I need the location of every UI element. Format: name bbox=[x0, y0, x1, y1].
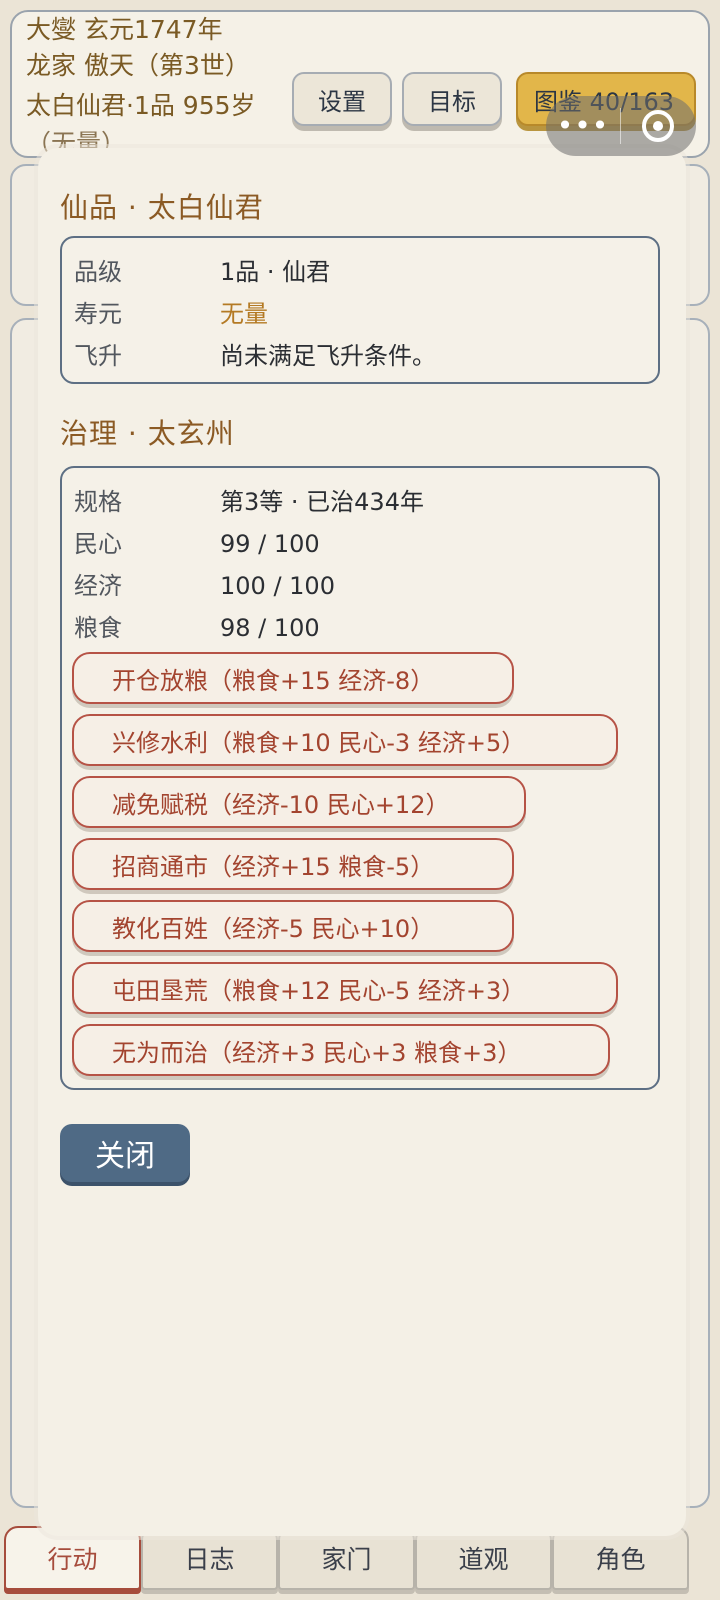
row-value: 99 / 100 bbox=[220, 530, 320, 558]
govern-section-title: 治理 · 太玄州 bbox=[60, 417, 235, 450]
govern-info-box: 规格 第3等 · 已治434年 民心 99 / 100 经济 100 / 100 粮食… bbox=[60, 466, 660, 1090]
info-row: 品级 1品 · 仙君 bbox=[74, 252, 330, 287]
row-label: 经济 bbox=[74, 572, 122, 600]
action-open-granary-button[interactable]: 开仓放粮（粮食+15 经济-8） bbox=[72, 652, 514, 704]
info-row: 经济 100 / 100 bbox=[74, 566, 335, 601]
info-row: 粮食 98 / 100 bbox=[74, 608, 320, 643]
action-educate-button[interactable]: 教化百姓（经济-5 民心+10） bbox=[72, 900, 514, 952]
row-label: 飞升 bbox=[74, 342, 122, 370]
action-tax-relief-button[interactable]: 减免赋税（经济-10 民心+12） bbox=[72, 776, 526, 828]
action-commerce-button[interactable]: 招商通市（经济+15 粮食-5） bbox=[72, 838, 514, 890]
action-farmland-button[interactable]: 屯田垦荒（粮食+12 民心-5 经济+3） bbox=[72, 962, 618, 1014]
mini-program-capsule: ••• bbox=[546, 96, 696, 156]
era-text: 大燮 玄元1747年 bbox=[26, 15, 223, 44]
row-value: 尚未满足飞升条件。 bbox=[220, 342, 436, 370]
row-value: 98 / 100 bbox=[220, 614, 320, 642]
row-value: 无量 bbox=[220, 300, 268, 328]
row-value: 1品 · 仙君 bbox=[220, 258, 331, 286]
row-label: 民心 bbox=[74, 530, 122, 558]
rank-detail-modal: 仙品 · 太白仙君 品级 1品 · 仙君 寿元 无量 飞升 尚未满足飞升条件。 治理 … bbox=[38, 148, 686, 1536]
row-value: 100 / 100 bbox=[220, 572, 335, 600]
info-row: 飞升 尚未满足飞升条件。 bbox=[74, 336, 436, 371]
settings-button[interactable]: 设置 bbox=[292, 72, 392, 126]
immortal-section-title: 仙品 · 太白仙君 bbox=[60, 191, 264, 224]
row-label: 粮食 bbox=[74, 614, 122, 642]
rank-age-text: 太白仙君·1品 955岁 bbox=[26, 91, 256, 120]
action-irrigation-button[interactable]: 兴修水利（粮食+10 民心-3 经济+5） bbox=[72, 714, 618, 766]
row-label: 寿元 bbox=[74, 300, 122, 328]
close-button[interactable]: 关闭 bbox=[60, 1124, 190, 1182]
action-laissez-faire-button[interactable]: 无为而治（经济+3 民心+3 粮食+3） bbox=[72, 1024, 610, 1076]
more-menu-icon[interactable]: ••• bbox=[546, 112, 620, 140]
immortal-info-box: 品级 1品 · 仙君 寿元 无量 飞升 尚未满足飞升条件。 bbox=[60, 236, 660, 384]
family-text: 龙家 傲天（第3世） bbox=[26, 51, 250, 80]
info-row: 寿元 无量 bbox=[74, 294, 268, 329]
row-label: 品级 bbox=[74, 258, 122, 286]
row-label: 规格 bbox=[74, 488, 122, 516]
goal-button[interactable]: 目标 bbox=[402, 72, 502, 126]
info-row: 民心 99 / 100 bbox=[74, 524, 320, 559]
close-program-icon[interactable] bbox=[621, 110, 695, 142]
info-row: 规格 第3等 · 已治434年 bbox=[74, 482, 424, 517]
row-value: 第3等 · 已治434年 bbox=[220, 488, 424, 516]
